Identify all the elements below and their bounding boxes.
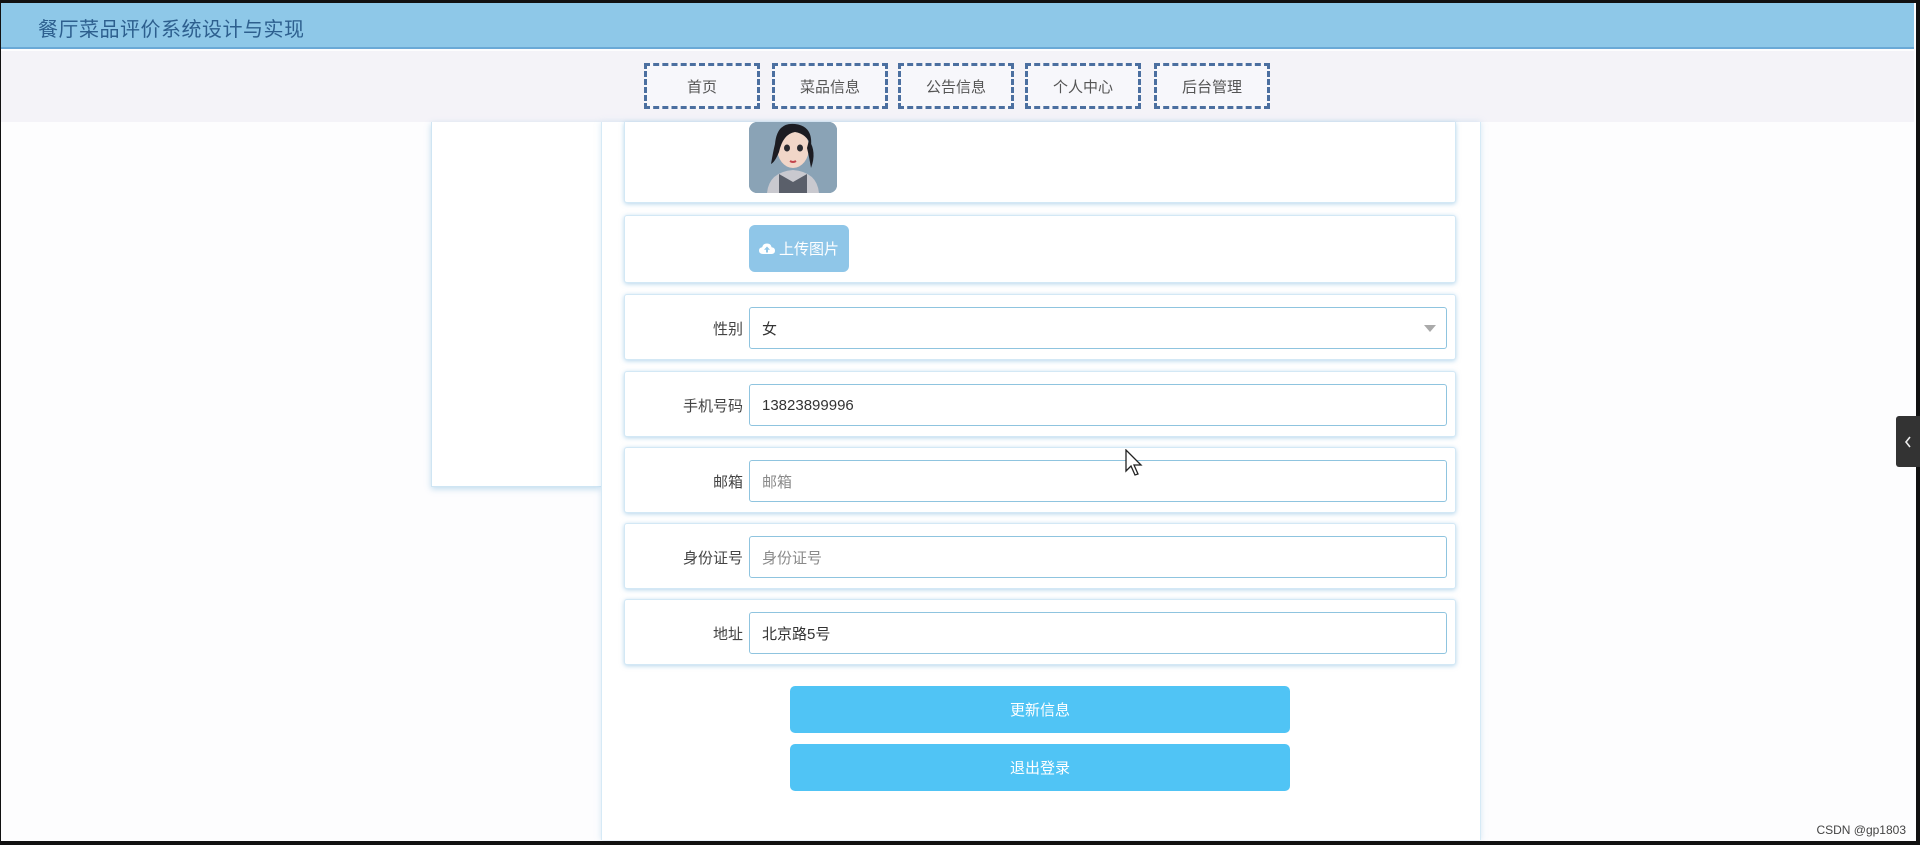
upload-row: 上传图片 — [624, 215, 1456, 283]
email-label: 邮箱 — [712, 474, 743, 491]
gender-row: 性别 女 — [624, 294, 1456, 360]
nav-item-personal-center[interactable]: 个人中心 — [1025, 63, 1141, 109]
email-row: 邮箱 邮箱 — [624, 447, 1456, 513]
email-placeholder: 邮箱 — [762, 473, 793, 491]
top-nav: 首页 菜品信息 公告信息 个人中心 后台管理 — [1, 51, 1914, 122]
email-field[interactable]: 邮箱 — [749, 460, 1447, 502]
app-header: 餐厅菜品评价系统设计与实现 — [1, 3, 1914, 49]
address-label: 地址 — [712, 626, 743, 643]
update-info-button[interactable]: 更新信息 — [790, 686, 1290, 733]
avatar-row — [624, 122, 1456, 203]
side-toggle-tab[interactable] — [1896, 416, 1920, 467]
nav-item-home[interactable]: 首页 — [644, 63, 760, 109]
address-value: 北京路5号 — [762, 625, 831, 643]
nav-item-admin[interactable]: 后台管理 — [1154, 63, 1270, 109]
upload-image-button[interactable]: 上传图片 — [749, 225, 849, 272]
id-card-field[interactable]: 身份证号 — [749, 536, 1447, 578]
gender-select[interactable]: 女 — [749, 307, 1447, 349]
screen-frame-bottom — [0, 841, 1920, 845]
id-card-placeholder: 身份证号 — [762, 549, 823, 567]
nav-item-announcements[interactable]: 公告信息 — [898, 63, 1014, 109]
address-row: 地址 北京路5号 — [624, 599, 1456, 665]
phone-value: 13823899996 — [762, 396, 854, 414]
mouse-cursor-icon — [1125, 449, 1143, 476]
avatar-image — [749, 122, 837, 193]
watermark: CSDN @gp1803 — [1816, 823, 1906, 837]
avatar — [749, 122, 837, 193]
address-field[interactable]: 北京路5号 — [749, 612, 1447, 654]
id-card-label: 身份证号 — [682, 550, 743, 567]
phone-field[interactable]: 13823899996 — [749, 384, 1447, 426]
gender-value: 女 — [762, 320, 778, 338]
phone-label: 手机号码 — [682, 398, 743, 415]
phone-row: 手机号码 13823899996 — [624, 371, 1456, 437]
cloud-upload-icon — [758, 243, 775, 254]
nav-item-dishes[interactable]: 菜品信息 — [772, 63, 888, 109]
app-title: 餐厅菜品评价系统设计与实现 — [38, 19, 305, 41]
screen-frame-left — [0, 0, 1, 845]
chevron-left-icon — [1904, 436, 1911, 447]
gender-label: 性别 — [712, 321, 743, 338]
chevron-down-icon — [1424, 325, 1436, 332]
left-side-card — [431, 122, 601, 487]
upload-image-label: 上传图片 — [778, 241, 839, 258]
logout-button[interactable]: 退出登录 — [790, 744, 1290, 791]
id-card-row: 身份证号 身份证号 — [624, 523, 1456, 589]
